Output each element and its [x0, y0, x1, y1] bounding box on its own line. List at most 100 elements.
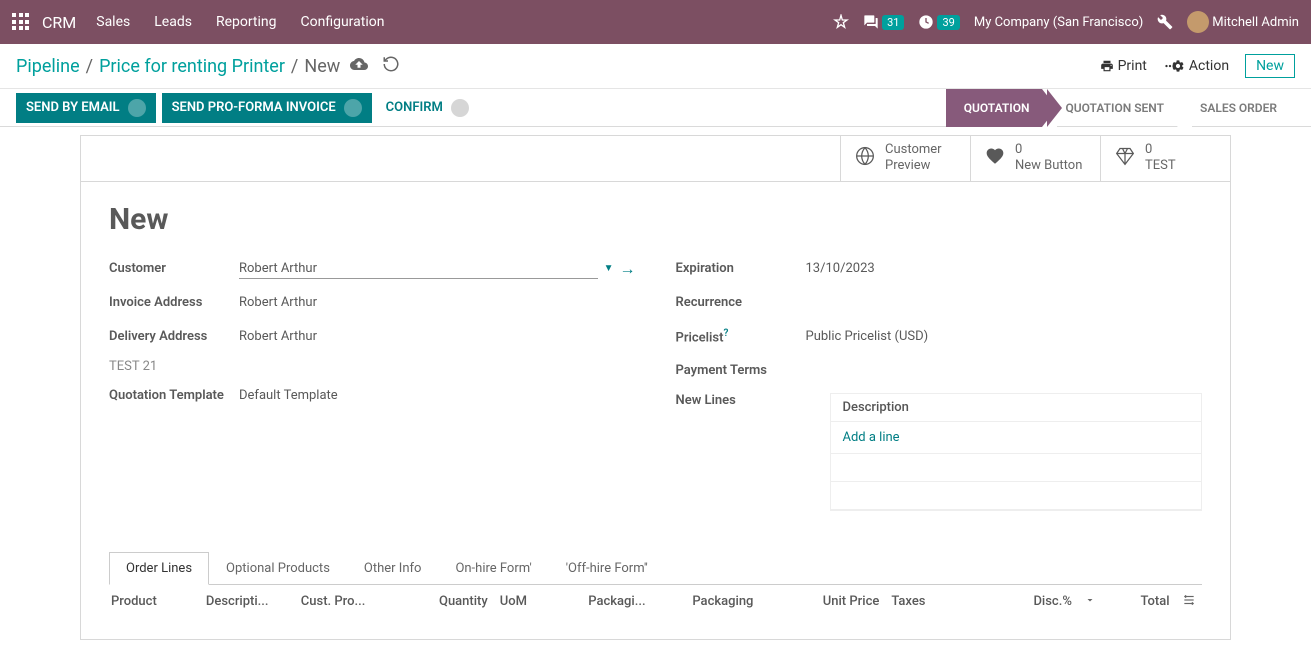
status-sales-order[interactable]: SALES ORDER	[1182, 89, 1295, 127]
user-menu[interactable]: Mitchell Admin	[1187, 11, 1299, 33]
pricelist-label: Pricelist?	[676, 328, 806, 345]
cloud-save-icon[interactable]	[350, 55, 368, 77]
status-quotation-sent[interactable]: QUOTATION SENT	[1047, 89, 1182, 127]
company-selector[interactable]: My Company (San Francisco)	[974, 15, 1143, 30]
stat-customer-preview[interactable]: Customer Preview	[840, 136, 970, 181]
discard-icon[interactable]	[382, 55, 400, 77]
tab-optional-products[interactable]: Optional Products	[209, 552, 347, 585]
columns-options-icon[interactable]	[1182, 593, 1200, 611]
delivery-value[interactable]: Robert Arthur	[239, 329, 636, 344]
form-col-left: Customer ▼ → Invoice Address Robert Arth…	[109, 257, 636, 521]
user-bubble-icon	[344, 99, 362, 117]
form-body: New Customer ▼ → Invoice Address Rob	[81, 182, 1230, 639]
new-button[interactable]: New	[1245, 54, 1295, 78]
form-col-right: Expiration 13/10/2023 Recurrence Priceli…	[676, 257, 1203, 521]
print-button[interactable]: Print	[1100, 58, 1147, 74]
form-sheet: Customer Preview 0 New Button 0	[80, 135, 1231, 640]
template-value[interactable]: Default Template	[239, 388, 636, 403]
tab-other-info[interactable]: Other Info	[347, 552, 439, 585]
expiration-label: Expiration	[676, 261, 806, 276]
diamond-icon	[1115, 146, 1135, 171]
col-cust-pro[interactable]: Cust. Pro...	[301, 594, 384, 609]
avatar-icon	[1187, 11, 1209, 33]
tabs: Order Lines Optional Products Other Info…	[109, 551, 1202, 585]
newlines-table: Description Add a line	[830, 393, 1203, 511]
help-icon[interactable]: ?	[723, 328, 728, 339]
breadcrumb-link-price[interactable]: Price for renting Printer	[99, 56, 285, 77]
breadcrumb-bar: Pipeline / Price for renting Printer / N…	[0, 44, 1311, 89]
orderlines-header: Product Descripti... Cust. Pro... Quanti…	[109, 585, 1202, 619]
template-label: Quotation Template	[109, 388, 239, 403]
tab-on-hire[interactable]: On-hire Form'	[438, 552, 548, 585]
breadcrumb-sep: /	[291, 56, 298, 77]
user-bubble-icon	[128, 99, 146, 117]
stat-new-button[interactable]: 0 New Button	[970, 136, 1100, 181]
newlines-add-line[interactable]: Add a line	[831, 422, 1202, 454]
customer-label: Customer	[109, 261, 239, 276]
external-link-icon[interactable]: →	[620, 259, 636, 279]
col-total[interactable]: Total	[1114, 594, 1169, 609]
activities-icon[interactable]: 39	[918, 14, 959, 30]
col-discount[interactable]: Disc.%	[971, 594, 1072, 609]
col-packaging-qty[interactable]: Packagi...	[588, 594, 680, 609]
messages-icon[interactable]: 31	[863, 14, 904, 30]
col-taxes[interactable]: Taxes	[891, 594, 946, 609]
breadcrumb-icons	[350, 55, 400, 77]
menu-configuration[interactable]: Configuration	[301, 14, 385, 30]
action-bar: SEND BY EMAIL SEND PRO-FORMA INVOICE CON…	[0, 89, 1311, 127]
col-description[interactable]: Descripti...	[206, 594, 289, 609]
topnav-menu: Sales Leads Reporting Configuration	[96, 14, 384, 30]
expand-caret-icon[interactable]	[1084, 594, 1102, 610]
status-bar: QUOTATION QUOTATION SENT SALES ORDER	[946, 89, 1295, 127]
topnav-right: 31 39 My Company (San Francisco) Mitchel…	[833, 11, 1299, 33]
breadcrumb-sep: /	[86, 56, 93, 77]
dropdown-caret-icon[interactable]: ▼	[604, 263, 614, 274]
form-container: Customer Preview 0 New Button 0	[0, 135, 1311, 640]
newlines-header: Description	[831, 394, 1202, 422]
col-packaging[interactable]: Packaging	[692, 594, 766, 609]
col-uom[interactable]: UoM	[500, 594, 564, 609]
reward-icon[interactable]	[833, 14, 849, 30]
recurrence-label: Recurrence	[676, 295, 806, 310]
breadcrumb-link-pipeline[interactable]: Pipeline	[16, 56, 80, 77]
menu-leads[interactable]: Leads	[154, 14, 192, 30]
payment-terms-label: Payment Terms	[676, 363, 806, 378]
activities-badge: 39	[937, 15, 959, 30]
send-by-email-button[interactable]: SEND BY EMAIL	[16, 93, 156, 123]
col-unit-price[interactable]: Unit Price	[778, 594, 879, 609]
invoice-label: Invoice Address	[109, 295, 239, 310]
col-quantity[interactable]: Quantity	[396, 594, 488, 609]
tools-icon[interactable]	[1157, 14, 1173, 30]
tab-order-lines[interactable]: Order Lines	[109, 552, 209, 585]
brand-title[interactable]: CRM	[42, 13, 76, 32]
col-product[interactable]: Product	[111, 594, 194, 609]
breadcrumb: Pipeline / Price for renting Printer / N…	[16, 56, 340, 77]
globe-icon	[855, 146, 875, 171]
action-bar-left: SEND BY EMAIL SEND PRO-FORMA INVOICE CON…	[16, 93, 469, 123]
customer-input[interactable]	[239, 259, 598, 279]
menu-reporting[interactable]: Reporting	[216, 14, 277, 30]
form-columns: Customer ▼ → Invoice Address Robert Arth…	[109, 257, 1202, 521]
breadcrumb-actions: Print Action New	[1100, 54, 1295, 78]
status-quotation[interactable]: QUOTATION	[946, 89, 1048, 127]
breadcrumb-current: New	[304, 56, 340, 77]
top-nav: CRM Sales Leads Reporting Configuration …	[0, 0, 1311, 44]
stat-row: Customer Preview 0 New Button 0	[81, 136, 1230, 182]
invoice-value[interactable]: Robert Arthur	[239, 295, 636, 310]
pricelist-value[interactable]: Public Pricelist (USD)	[806, 329, 1203, 344]
menu-sales[interactable]: Sales	[96, 14, 130, 30]
tab-off-hire[interactable]: 'Off-hire Form''	[549, 552, 665, 585]
delivery-label: Delivery Address	[109, 329, 239, 344]
send-proforma-button[interactable]: SEND PRO-FORMA INVOICE	[162, 93, 372, 123]
apps-grid-icon[interactable]	[12, 13, 30, 31]
confirm-button[interactable]: CONFIRM	[386, 99, 469, 117]
action-button[interactable]: Action	[1163, 58, 1229, 74]
test-badge: TEST 21	[109, 359, 636, 374]
stat-test[interactable]: 0 TEST	[1100, 136, 1230, 181]
messages-badge: 31	[882, 15, 904, 30]
record-title: New	[109, 202, 1202, 237]
expiration-value[interactable]: 13/10/2023	[806, 261, 1203, 276]
heart-icon	[985, 146, 1005, 171]
user-bubble-icon	[451, 99, 469, 117]
user-name: Mitchell Admin	[1212, 15, 1299, 30]
